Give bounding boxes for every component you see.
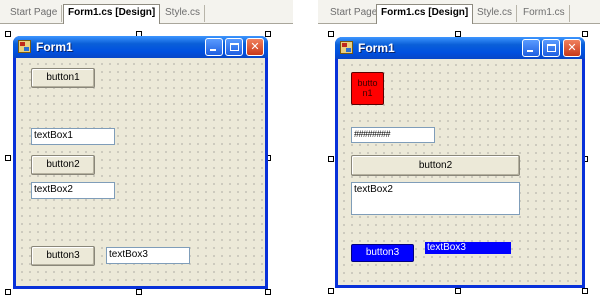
selection-handle[interactable] bbox=[136, 289, 142, 295]
selection-handle[interactable] bbox=[265, 31, 271, 37]
document-tab-strip: Start Page Form1.cs [Design] Style.cs Fo… bbox=[318, 0, 600, 24]
button1-label-line1: butto bbox=[357, 78, 378, 88]
form-window[interactable]: Form1 ✕ butto n1 ######## button2 textBo… bbox=[335, 37, 585, 288]
button2[interactable]: button2 bbox=[31, 155, 95, 175]
selection-handle[interactable] bbox=[5, 155, 11, 161]
selection-handle[interactable] bbox=[455, 288, 461, 294]
close-button[interactable]: ✕ bbox=[563, 39, 581, 57]
maximize-button[interactable] bbox=[542, 39, 560, 57]
form-titlebar[interactable]: Form1 ✕ bbox=[13, 36, 268, 58]
form-client-area: button1 textBox1 button2 textBox2 button… bbox=[16, 58, 265, 286]
selection-handle[interactable] bbox=[328, 156, 334, 162]
maximize-button[interactable] bbox=[225, 38, 243, 56]
document-tab-strip: Start Page Form1.cs [Design] Style.cs bbox=[0, 0, 293, 24]
design-surface: Form1 ✕ button1 textBox1 button2 textBox… bbox=[0, 25, 293, 299]
textbox3[interactable]: textBox3 bbox=[425, 242, 511, 254]
form-window[interactable]: Form1 ✕ button1 textBox1 button2 textBox… bbox=[13, 36, 268, 289]
tab-form1-design[interactable]: Form1.cs [Design] bbox=[376, 4, 474, 24]
close-icon: ✕ bbox=[250, 41, 260, 53]
selection-handle[interactable] bbox=[5, 289, 11, 295]
textbox1[interactable]: ######## bbox=[351, 127, 435, 143]
tab-style-cs[interactable]: Style.cs bbox=[161, 5, 206, 22]
close-icon: ✕ bbox=[567, 42, 577, 54]
selection-handle[interactable] bbox=[582, 31, 588, 37]
tab-start-page[interactable]: Start Page bbox=[6, 5, 63, 22]
tab-style-cs[interactable]: Style.cs bbox=[473, 5, 518, 22]
button2[interactable]: button2 bbox=[351, 155, 520, 176]
minimize-icon bbox=[527, 50, 533, 52]
selection-handle[interactable] bbox=[582, 288, 588, 294]
form-client-area: butto n1 ######## button2 textBox2 butto… bbox=[338, 59, 582, 285]
designer-pane-left: Start Page Form1.cs [Design] Style.cs Fo… bbox=[0, 0, 293, 299]
form-title: Form1 bbox=[36, 40, 73, 54]
minimize-icon bbox=[210, 49, 216, 51]
textbox2[interactable]: textBox2 bbox=[31, 182, 115, 199]
design-surface: Form1 ✕ butto n1 ######## button2 textBo… bbox=[318, 25, 600, 299]
selection-handle[interactable] bbox=[265, 289, 271, 295]
tab-form1-design[interactable]: Form1.cs [Design] bbox=[63, 4, 161, 24]
textbox3[interactable]: textBox3 bbox=[106, 247, 190, 264]
form-title: Form1 bbox=[358, 41, 395, 55]
button1-label-line2: n1 bbox=[362, 88, 373, 98]
button1[interactable]: butto n1 bbox=[351, 72, 384, 105]
button1[interactable]: button1 bbox=[31, 68, 95, 88]
minimize-button[interactable] bbox=[205, 38, 223, 56]
selection-handle[interactable] bbox=[328, 288, 334, 294]
form-icon bbox=[340, 41, 353, 54]
close-button[interactable]: ✕ bbox=[246, 38, 264, 56]
button3[interactable]: button3 bbox=[351, 244, 414, 262]
maximize-icon bbox=[230, 43, 239, 51]
form-icon bbox=[18, 40, 31, 53]
form-titlebar[interactable]: Form1 ✕ bbox=[335, 37, 585, 59]
selection-handle[interactable] bbox=[5, 31, 11, 37]
minimize-button[interactable] bbox=[522, 39, 540, 57]
tab-form1-cs[interactable]: Form1.cs bbox=[519, 5, 570, 22]
designer-pane-right: Start Page Form1.cs [Design] Style.cs Fo… bbox=[318, 0, 600, 299]
textbox2[interactable]: textBox2 bbox=[351, 182, 520, 215]
textbox1[interactable]: textBox1 bbox=[31, 128, 115, 145]
selection-handle[interactable] bbox=[328, 31, 334, 37]
maximize-icon bbox=[547, 44, 556, 52]
tab-start-page[interactable]: Start Page bbox=[326, 5, 383, 22]
button3[interactable]: button3 bbox=[31, 246, 95, 266]
